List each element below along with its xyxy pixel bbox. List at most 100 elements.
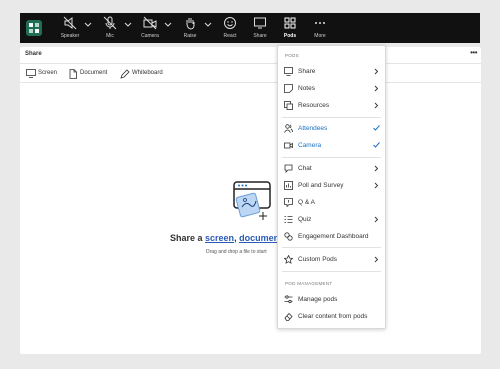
checkmark-icon	[373, 142, 380, 148]
menu-item-label: Poll and Survey	[298, 182, 344, 189]
document-icon	[69, 69, 77, 79]
attendees-icon	[284, 124, 293, 133]
menu-item-label: Quiz	[298, 216, 312, 223]
raise-label: Raise	[183, 33, 197, 39]
chevron-right-icon	[374, 102, 379, 109]
chevron-right-icon	[374, 216, 379, 223]
menu-item-label: Clear content from pods	[298, 313, 368, 320]
pods-label: Pods	[283, 33, 297, 39]
quiz-icon	[284, 216, 293, 223]
engagement-icon	[284, 232, 293, 241]
share-label: Share	[253, 33, 267, 39]
custom-pods-icon	[284, 255, 293, 264]
menu-divider	[282, 157, 381, 158]
meeting-toolbar: Speaker Mic Camera Raise React Share Pod…	[20, 13, 480, 43]
qa-icon	[284, 198, 293, 207]
mic-button[interactable]: Mic	[96, 15, 124, 43]
tab-document[interactable]: Document	[68, 69, 113, 79]
mic-label: Mic	[106, 33, 114, 39]
more-dots-icon	[315, 22, 325, 24]
chevron-right-icon	[374, 68, 379, 75]
menu-divider	[282, 247, 381, 248]
pods-grid-icon	[284, 17, 296, 29]
pod-header: Share •••	[20, 47, 481, 64]
camera-button[interactable]: Camera	[136, 15, 164, 43]
share-prompt-prefix: Share a	[170, 233, 206, 243]
mic-muted-icon	[103, 16, 117, 30]
chevron-right-icon	[374, 256, 379, 263]
tab-document-label: Document	[80, 70, 108, 76]
speaker-button[interactable]: Speaker	[56, 15, 84, 43]
share-screen-link[interactable]: screen	[205, 233, 234, 243]
chevron-right-icon	[374, 182, 379, 189]
more-button[interactable]: More	[306, 15, 334, 43]
monitor-icon	[26, 69, 36, 78]
tab-whiteboard[interactable]: Whiteboard	[120, 69, 170, 79]
react-label: React	[223, 33, 237, 39]
share-button[interactable]: Share	[246, 15, 274, 43]
raise-chevron-down-icon[interactable]	[204, 22, 212, 28]
camera-chevron-down-icon[interactable]	[164, 22, 172, 28]
pods-section-header: PODS	[285, 53, 299, 58]
menu-item-attendees[interactable]: Attendees	[278, 121, 385, 136]
raise-hand-button[interactable]: Raise	[176, 15, 204, 43]
eraser-icon	[284, 312, 293, 321]
screen-share-icon	[254, 17, 266, 29]
pod-title: Share	[25, 51, 42, 57]
menu-item-label: Q & A	[298, 199, 315, 206]
notes-icon	[284, 84, 293, 93]
menu-item-clear-content[interactable]: Clear content from pods	[278, 309, 385, 324]
menu-item-camera[interactable]: Camera	[278, 138, 385, 153]
pod-management-section-header: POD MANAGEMENT	[285, 281, 333, 286]
menu-item-notes[interactable]: Notes	[278, 81, 385, 96]
tab-screen-label: Screen	[38, 70, 58, 76]
menu-item-chat[interactable]: Chat	[278, 161, 385, 176]
resources-icon	[284, 101, 293, 110]
share-pod: Share ••• Screen Document Whiteboard Sha…	[20, 47, 481, 354]
menu-item-label: Camera	[298, 142, 322, 149]
share-illustration-icon	[233, 181, 271, 220]
share-prompt: Share a screen, document o	[170, 233, 290, 243]
menu-item-manage-pods[interactable]: Manage pods	[278, 292, 385, 307]
menu-item-label: Share	[298, 68, 316, 75]
tab-whiteboard-label: Whiteboard	[132, 70, 163, 76]
mic-chevron-down-icon[interactable]	[124, 22, 132, 28]
menu-divider	[282, 271, 381, 272]
checkmark-icon	[373, 125, 380, 131]
speaker-label: Speaker	[60, 33, 80, 39]
camera-icon	[284, 142, 293, 149]
tab-screen[interactable]: Screen	[26, 69, 66, 79]
chat-icon	[284, 164, 293, 173]
share-document-link[interactable]: document	[239, 233, 282, 243]
menu-item-label: Attendees	[298, 125, 328, 132]
screen-share-icon	[284, 67, 293, 76]
app-logo[interactable]	[26, 20, 42, 36]
share-type-tabs: Screen Document Whiteboard	[20, 64, 481, 83]
menu-item-share[interactable]: Share	[278, 64, 385, 79]
speaker-muted-icon	[63, 16, 77, 30]
sliders-icon	[284, 295, 293, 304]
pen-icon	[120, 69, 130, 79]
pods-dropdown-menu: PODS Share Notes Resources Attendees Cam…	[277, 45, 386, 329]
pods-button[interactable]: Pods	[276, 15, 304, 43]
raise-hand-icon	[186, 18, 195, 30]
menu-item-resources[interactable]: Resources	[278, 98, 385, 113]
menu-divider	[282, 117, 381, 118]
menu-item-poll[interactable]: Poll and Survey	[278, 178, 385, 193]
menu-item-qa[interactable]: Q & A	[278, 195, 385, 210]
menu-item-engagement-dashboard[interactable]: Engagement Dashboard	[278, 229, 385, 244]
pod-options-icon[interactable]: •••	[470, 49, 477, 57]
menu-item-quiz[interactable]: Quiz	[278, 212, 385, 227]
camera-label: Camera	[141, 33, 159, 39]
react-button[interactable]: React	[216, 15, 244, 43]
chevron-right-icon	[374, 85, 379, 92]
menu-item-label: Manage pods	[298, 296, 338, 303]
chevron-right-icon	[374, 165, 379, 172]
drag-drop-hint: Drag and drop a file to start	[206, 249, 267, 255]
camera-off-icon	[143, 16, 157, 30]
menu-item-custom-pods[interactable]: Custom Pods	[278, 252, 385, 267]
menu-item-label: Custom Pods	[298, 256, 338, 263]
menu-item-label: Resources	[298, 102, 330, 109]
menu-item-label: Notes	[298, 85, 315, 92]
speaker-chevron-down-icon[interactable]	[84, 22, 92, 28]
